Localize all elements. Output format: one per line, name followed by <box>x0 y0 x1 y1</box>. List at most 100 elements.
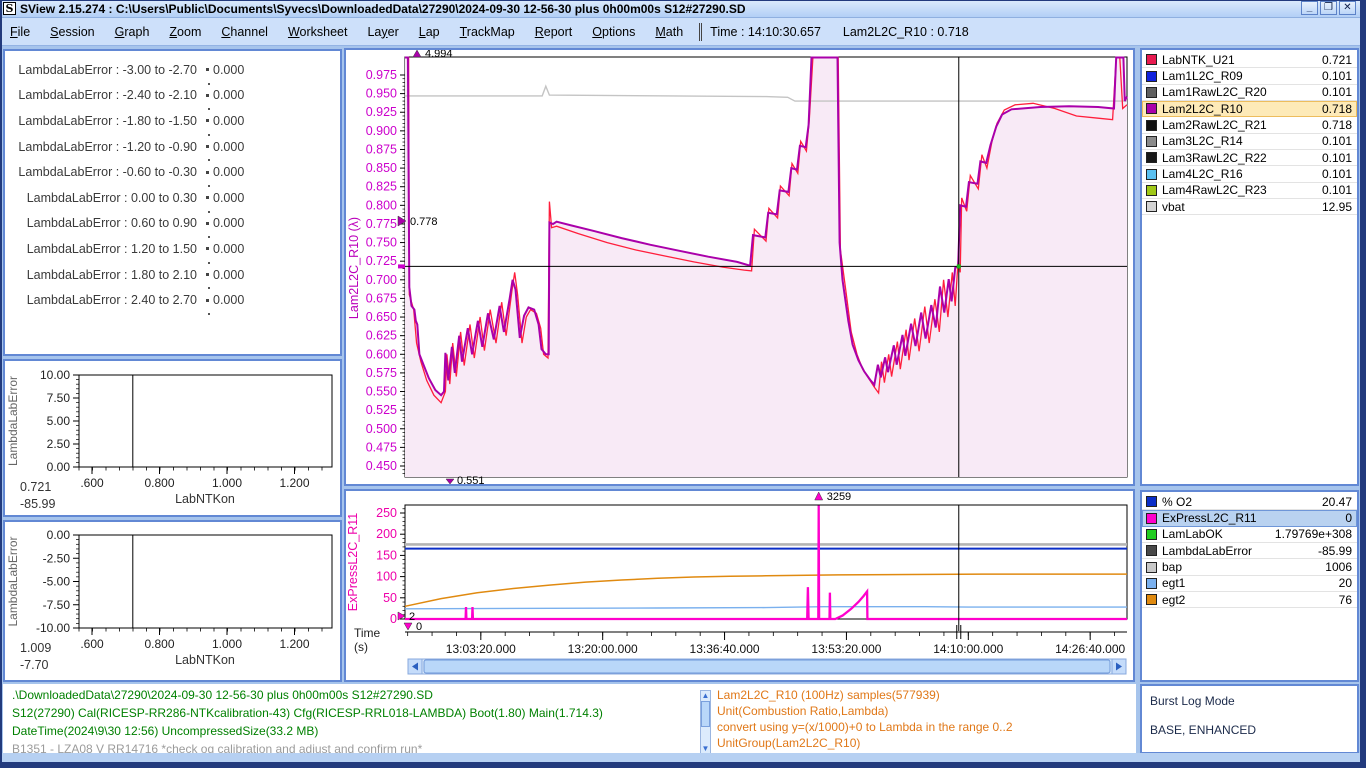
channel-value: 20 <box>1339 576 1352 590</box>
hist-bar-dot <box>206 119 209 122</box>
channel-list-upper: LabNTK_U210.721Lam1L2C_R090.101Lam1RawL2… <box>1140 48 1359 486</box>
main-chart-panel[interactable]: 0.9750.9500.9250.9000.8750.8500.8250.800… <box>344 48 1135 486</box>
scatter-cursor-y-value: -7.70 <box>20 658 49 672</box>
channel-list-lower: % O220.47ExPressL2C_R110LamLabOK1.79769e… <box>1140 490 1359 682</box>
channel-row-lam2l2c-r10[interactable]: Lam2L2C_R100.718 <box>1142 101 1357 117</box>
svg-text:0.825: 0.825 <box>366 180 397 194</box>
channel-name: % O2 <box>1162 495 1322 509</box>
status-cal-info: S12(27290) Cal(RICESP-RR286-NTKcalibrati… <box>12 706 603 720</box>
scatter-x-axis-title: LabNTKon <box>175 653 235 667</box>
channel-row-lam3l2c-r14[interactable]: Lam3L2C_R140.101 <box>1142 134 1357 150</box>
channel-name: Lam3L2C_R14 <box>1162 134 1322 148</box>
channel-row-lam4rawl2c-r23[interactable]: Lam4RawL2C_R230.101 <box>1142 183 1357 199</box>
time-scrollbar[interactable] <box>408 659 1126 674</box>
menu-layer[interactable]: Layer <box>357 20 408 44</box>
scatter1-svg: 10.007.505.002.500.00.6000.8001.0001.200… <box>5 361 340 515</box>
channel-color-swatch <box>1146 562 1157 573</box>
menu-separator <box>699 23 700 41</box>
channel-row-egt1[interactable]: egt120 <box>1142 576 1357 592</box>
window-edge-bottom <box>0 762 1366 768</box>
channel-row-bap[interactable]: bap1006 <box>1142 559 1357 575</box>
channel-row-lam3rawl2c-r22[interactable]: Lam3RawL2C_R220.101 <box>1142 150 1357 166</box>
time-tick-label: 13:03:20.000 <box>446 642 516 656</box>
channel-row-egt2[interactable]: egt276 <box>1142 592 1357 608</box>
channel-row-vbat[interactable]: vbat12.95 <box>1142 199 1357 215</box>
channel-row-lam2rawl2c-r21[interactable]: Lam2RawL2C_R210.718 <box>1142 117 1357 133</box>
scatter-plot-area[interactable] <box>79 535 332 628</box>
menu-worksheet[interactable]: Worksheet <box>278 20 358 44</box>
scatter-panel-upper[interactable]: 10.007.505.002.500.00.6000.8001.0001.200… <box>3 359 342 517</box>
menu-trackmap[interactable]: TrackMap <box>450 20 525 44</box>
express-max-marker-icon <box>815 492 823 500</box>
channel-row-lam1l2c-r09[interactable]: Lam1L2C_R090.101 <box>1142 68 1357 84</box>
scroll-up-icon[interactable]: ▲ <box>701 691 710 700</box>
svg-text:0.725: 0.725 <box>366 254 397 268</box>
menu-zoom[interactable]: Zoom <box>159 20 211 44</box>
svg-text:1.200: 1.200 <box>279 476 309 490</box>
title-bar[interactable]: S SView 2.15.274 : C:\Users\Public\Docum… <box>0 0 1366 18</box>
channel-row-lambdalaberror[interactable]: LambdaLabError-85.99 <box>1142 543 1357 559</box>
minimize-button[interactable]: _ <box>1301 1 1318 15</box>
svg-text:1.000: 1.000 <box>212 476 242 490</box>
hist-bar-dot <box>206 222 209 225</box>
scatter2-svg: 0.00-2.50-5.00-7.50-10.00.6000.8001.0001… <box>5 522 340 680</box>
svg-text:150: 150 <box>376 548 397 562</box>
menu-lap[interactable]: Lap <box>409 20 450 44</box>
channel-color-swatch <box>1146 71 1157 82</box>
hist-bar-dot <box>206 68 209 71</box>
channel-color-swatch <box>1146 578 1157 589</box>
express-max-marker-label: 3259 <box>827 491 851 503</box>
channel-row-lam1rawl2c-r20[interactable]: Lam1RawL2C_R200.101 <box>1142 85 1357 101</box>
menu-graph[interactable]: Graph <box>105 20 160 44</box>
menu-channel[interactable]: Channel <box>211 20 278 44</box>
channel-row-labntk-u21[interactable]: LabNTK_U210.721 <box>1142 52 1357 68</box>
svg-text:0: 0 <box>390 612 397 626</box>
restore-button[interactable]: ❐ <box>1320 1 1337 15</box>
channel-value: 0.101 <box>1322 134 1352 148</box>
hist-row: LambdaLabError : -1.80 to -1.500.000 <box>5 108 340 134</box>
svg-text:0.800: 0.800 <box>366 198 397 212</box>
main-chart-svg: 0.9750.9500.9250.9000.8750.8500.8250.800… <box>346 50 1133 484</box>
hist-value: 0.000 <box>213 140 244 154</box>
svg-text:0.850: 0.850 <box>366 161 397 175</box>
channel-info-line: Lam2L2C_R10 (100Hz) samples(577939) <box>717 688 940 702</box>
channel-name: bap <box>1162 560 1325 574</box>
svg-text:0.750: 0.750 <box>366 236 397 250</box>
channel-row--o2[interactable]: % O220.47 <box>1142 494 1357 510</box>
cursor-readout: Time : 14:10:30.657 Lam2L2C_R10 : 0.718 <box>710 25 969 39</box>
channel-row-lam4l2c-r16[interactable]: Lam4L2C_R160.101 <box>1142 166 1357 182</box>
channel-info-scrollbar[interactable]: ▲ ▼ <box>700 690 711 754</box>
channel-color-swatch <box>1146 136 1157 147</box>
close-button[interactable]: ✕ <box>1339 1 1356 15</box>
hist-row: LambdaLabError : 1.80 to 2.100.000 <box>5 262 340 288</box>
menu-separator2 <box>701 23 702 41</box>
time-axis-title: Time <box>354 626 381 640</box>
menu-file[interactable]: File <box>0 20 40 44</box>
channel-name: Lam1L2C_R09 <box>1162 69 1322 83</box>
hist-label: LambdaLabError : 1.20 to 1.50 <box>5 242 197 256</box>
menu-session[interactable]: Session <box>40 20 104 44</box>
time-tick-label: 14:26:40.000 <box>1055 642 1125 656</box>
channel-value: 1.79769e+308 <box>1275 527 1352 541</box>
scatter-plot-area[interactable] <box>79 375 332 467</box>
menu-report[interactable]: Report <box>525 20 583 44</box>
menu-options[interactable]: Options <box>582 20 645 44</box>
svg-text:0.650: 0.650 <box>366 310 397 324</box>
svg-text:(s): (s) <box>354 640 368 654</box>
scatter-panel-lower[interactable]: 0.00-2.50-5.00-7.50-10.00.6000.8001.0001… <box>3 520 342 682</box>
bottom-plot-area[interactable] <box>405 505 1127 619</box>
svg-text:0.875: 0.875 <box>366 142 397 156</box>
channel-value: 0.721 <box>1322 53 1352 67</box>
scroll-down-icon[interactable]: ▼ <box>701 744 710 753</box>
channel-row-expressl2c-r11[interactable]: ExPressL2C_R110 <box>1142 510 1357 526</box>
hist-label: LambdaLabError : -2.40 to -2.10 <box>5 88 197 102</box>
bottom-chart-panel[interactable]: 050100150200250325920ExPressL2C_R1113:03… <box>344 489 1135 682</box>
svg-text:0.625: 0.625 <box>366 329 397 343</box>
svg-text:2.50: 2.50 <box>47 437 71 451</box>
scroll-thumb[interactable] <box>701 701 710 727</box>
scatter-x-axis-title: LabNTKon <box>175 492 235 506</box>
svg-text:1.000: 1.000 <box>212 637 242 651</box>
menu-math[interactable]: Math <box>645 20 693 44</box>
channel-row-lamlabok[interactable]: LamLabOK1.79769e+308 <box>1142 527 1357 543</box>
channel-color-swatch <box>1146 54 1157 65</box>
